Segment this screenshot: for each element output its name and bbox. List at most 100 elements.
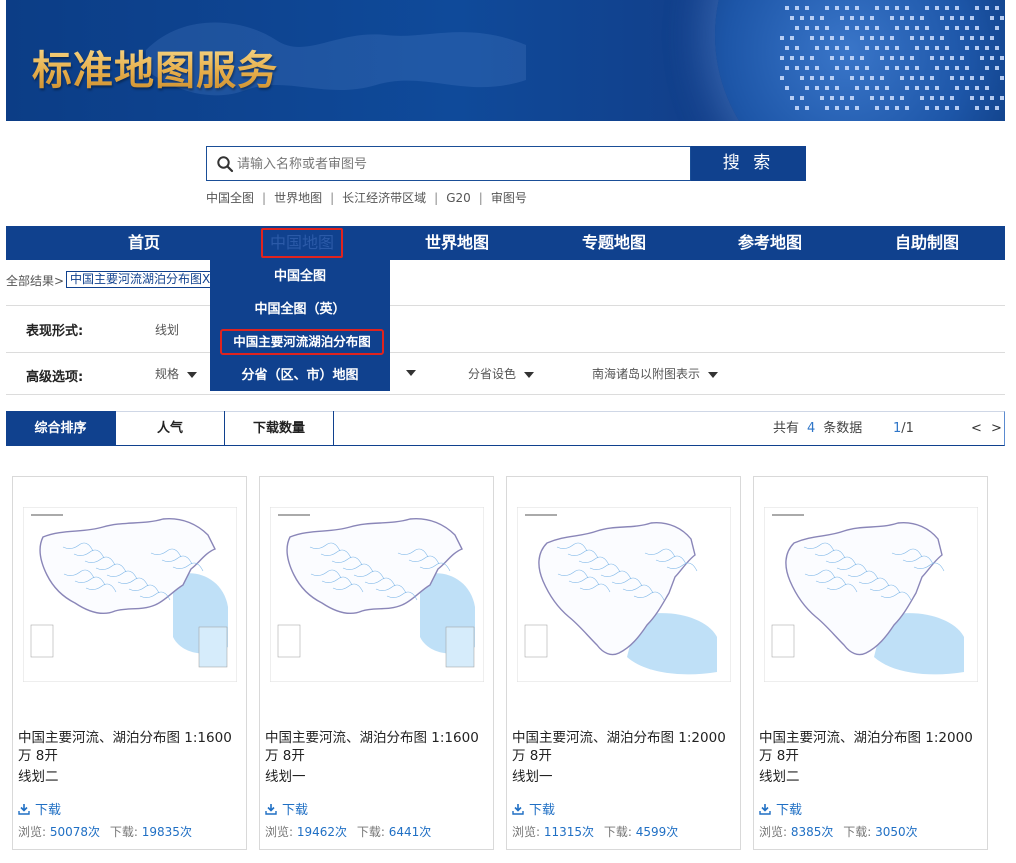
globe-dot (805, 86, 809, 90)
globe-dot (990, 36, 994, 40)
globe-dot (910, 56, 914, 60)
form-filter-value[interactable]: 线划 (155, 321, 179, 338)
quick-links: 中国全图 | 世界地图 | 长江经济带区域 | G20 | 审图号 (206, 189, 527, 206)
globe-dot (795, 66, 799, 70)
globe-dot (880, 96, 884, 100)
globe-dot (890, 56, 894, 60)
globe-dot (990, 56, 994, 60)
dropdown-item-china-full[interactable]: 中国全图 (210, 260, 390, 293)
globe-dot (820, 76, 824, 80)
map-thumbnail[interactable] (764, 507, 978, 682)
download-link[interactable]: 下载 (512, 799, 555, 818)
card-title[interactable]: 中国主要河流、湖泊分布图 1:2000万 8开 (759, 729, 984, 765)
result-count-suffix: 条数据 (823, 421, 863, 436)
card-stats: 浏览: 11315次 下载: 4599次 (512, 823, 678, 840)
card-stats: 浏览: 8385次 下载: 3050次 (759, 823, 918, 840)
card-title[interactable]: 中国主要河流、湖泊分布图 1:1600万 8开 (18, 729, 243, 765)
globe-dot (875, 26, 879, 30)
quick-link-g20[interactable]: G20 (446, 191, 471, 205)
globe-dot (895, 46, 899, 50)
globe-dot (915, 46, 919, 50)
nav-thematic-map[interactable]: 专题地图 (574, 226, 654, 260)
download-icon (18, 804, 30, 815)
globe-dot (795, 26, 799, 30)
globe-dot (925, 26, 929, 30)
globe-dot (885, 106, 889, 110)
globe-dot (935, 106, 939, 110)
map-thumbnail[interactable] (23, 507, 237, 682)
download-link[interactable]: 下载 (18, 799, 61, 818)
globe-dot (885, 66, 889, 70)
globe-dot (845, 6, 849, 10)
nav-home[interactable]: 首页 (104, 226, 184, 260)
globe-dot (945, 66, 949, 70)
globe-dot (915, 26, 919, 30)
quick-link-world[interactable]: 世界地图 (274, 191, 322, 205)
globe-dot (965, 86, 969, 90)
search-button[interactable]: 搜 索 (691, 146, 806, 181)
dropdown-item-provincial[interactable]: 分省（区、市）地图 (210, 359, 390, 392)
card-title[interactable]: 中国主要河流、湖泊分布图 1:2000万 8开 (512, 729, 737, 765)
globe-dot (960, 76, 964, 80)
dropdown-item-rivers-lakes[interactable]: 中国主要河流湖泊分布图 (220, 329, 384, 355)
nav-world-map[interactable]: 世界地图 (417, 226, 497, 260)
globe-dot (965, 26, 969, 30)
globe-dot (875, 46, 879, 50)
globe-dot (995, 6, 999, 10)
card-title[interactable]: 中国主要河流、湖泊分布图 1:1600万 8开 (265, 729, 490, 765)
dropdown-item-china-full-en[interactable]: 中国全图（英） (210, 293, 390, 326)
quick-link-yangtze[interactable]: 长江经济带区域 (342, 191, 426, 205)
nav-china-map[interactable]: 中国地图 (261, 228, 343, 258)
spec-select[interactable]: 规格 (155, 365, 198, 382)
card-style: 线划二 (18, 769, 59, 785)
nav-self-mapping[interactable]: 自助制图 (887, 226, 967, 260)
globe-dot (940, 36, 944, 40)
map-thumbnail[interactable] (517, 507, 731, 682)
map-card[interactable]: 中国主要河流、湖泊分布图 1:1600万 8开 线划一 下载 浏览: 19462… (259, 476, 494, 850)
download-link[interactable]: 下载 (759, 799, 802, 818)
hidden-select-caret[interactable] (398, 365, 416, 379)
globe-dot (980, 76, 984, 80)
province-color-select[interactable]: 分省设色 (468, 365, 535, 382)
globe-dot (880, 36, 884, 40)
globe-dot (825, 26, 829, 30)
breadcrumb-filter-tag[interactable]: 中国主要河流湖泊分布图X (66, 271, 215, 288)
globe-dot (805, 6, 809, 10)
globe-dot (850, 16, 854, 20)
globe-dot (855, 26, 859, 30)
globe-dot (920, 96, 924, 100)
south-china-sea-select[interactable]: 南海诸岛以附图表示 (592, 365, 719, 382)
globe-dot (880, 56, 884, 60)
next-page-button[interactable]: > (991, 412, 1002, 446)
tab-download-count[interactable]: 下载数量 (225, 411, 334, 446)
downloads-count: 19835次 (141, 825, 192, 839)
views-label: 浏览: (512, 825, 541, 839)
download-icon (512, 804, 524, 815)
globe-dot (990, 96, 994, 100)
download-label: 下载 (776, 803, 803, 818)
globe-dot (935, 66, 939, 70)
globe-dot (910, 36, 914, 40)
nav-reference-map[interactable]: 参考地图 (730, 226, 810, 260)
globe-dot (790, 16, 794, 20)
divider (6, 352, 1005, 353)
globe-dot (800, 16, 804, 20)
quick-link-approval-no[interactable]: 审图号 (491, 191, 527, 205)
card-stats: 浏览: 19462次 下载: 6441次 (265, 823, 431, 840)
prev-page-button[interactable]: < (971, 412, 982, 446)
globe-dot (960, 36, 964, 40)
download-link[interactable]: 下载 (265, 799, 308, 818)
tab-popularity[interactable]: 人气 (116, 411, 225, 446)
map-thumbnail[interactable] (270, 507, 484, 682)
globe-dot (785, 46, 789, 50)
map-card[interactable]: 中国主要河流、湖泊分布图 1:1600万 8开 线划二 下载 浏览: 50078… (12, 476, 247, 850)
search-icon (217, 156, 234, 173)
downloads-count: 6441次 (388, 825, 432, 839)
tab-overall-sort[interactable]: 综合排序 (6, 411, 116, 446)
map-card[interactable]: 中国主要河流、湖泊分布图 1:2000万 8开 线划二 下载 浏览: 8385次… (753, 476, 988, 850)
views-count: 8385次 (790, 825, 834, 839)
search-input[interactable] (237, 152, 677, 176)
map-card[interactable]: 中国主要河流、湖泊分布图 1:2000万 8开 线划一 下载 浏览: 11315… (506, 476, 741, 850)
quick-link-china[interactable]: 中国全图 (206, 191, 254, 205)
globe-dot (855, 66, 859, 70)
